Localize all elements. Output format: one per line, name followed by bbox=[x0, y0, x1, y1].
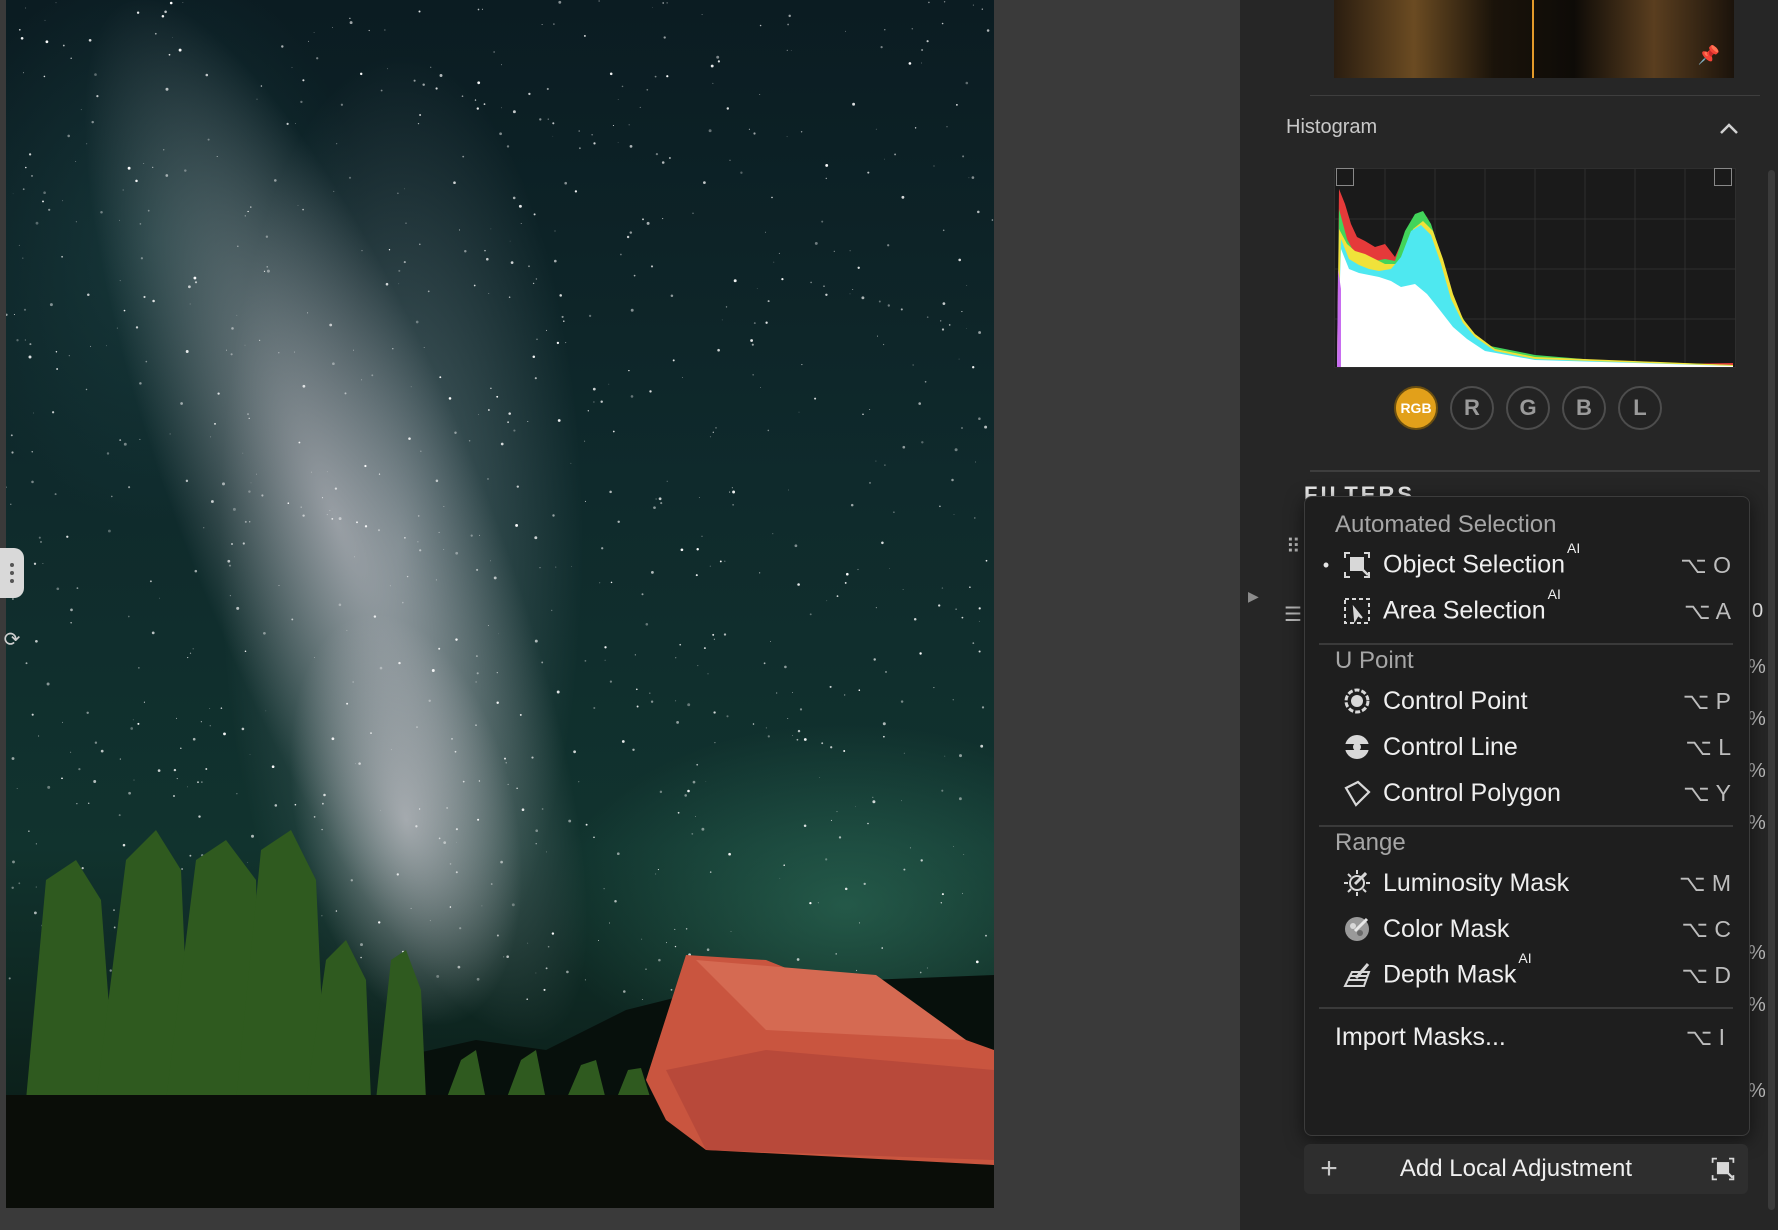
menu-divider bbox=[1319, 825, 1733, 827]
menu-item-control-line[interactable]: Control Line ⌥ L bbox=[1321, 725, 1731, 769]
background-value: 0 bbox=[1752, 600, 1764, 622]
menu-item-luminosity-mask[interactable]: Luminosity Mask ⌥ M bbox=[1321, 861, 1731, 905]
sidebar-handle[interactable] bbox=[0, 548, 24, 598]
plus-icon: + bbox=[1320, 1152, 1338, 1185]
menu-item-control-polygon[interactable]: Control Polygon ⌥ Y bbox=[1321, 771, 1731, 815]
photo-scene bbox=[6, 0, 994, 1208]
shadow-clipping-toggle[interactable] bbox=[1336, 168, 1354, 186]
section-u-point: U Point bbox=[1335, 647, 1414, 674]
object-selection-icon[interactable] bbox=[1698, 1156, 1748, 1182]
loupe-cursor-line bbox=[1532, 0, 1534, 78]
area-selection-icon bbox=[1339, 593, 1375, 629]
channel-b-button[interactable]: B bbox=[1562, 386, 1606, 430]
depth-mask-icon bbox=[1339, 957, 1375, 993]
collapse-panel-icon[interactable]: ▶ bbox=[1248, 588, 1259, 605]
add-local-adjustment-button[interactable]: + Add Local Adjustment bbox=[1304, 1144, 1748, 1194]
chevron-up-icon[interactable] bbox=[1718, 118, 1740, 140]
percent-label: % bbox=[1748, 942, 1766, 964]
channel-g-button[interactable]: G bbox=[1506, 386, 1550, 430]
histogram-title: Histogram bbox=[1286, 116, 1378, 138]
channel-r-button[interactable]: R bbox=[1450, 386, 1494, 430]
menu-divider bbox=[1319, 643, 1733, 645]
menu-divider bbox=[1319, 1007, 1733, 1009]
shortcut-label: ⌥ C bbox=[1681, 915, 1731, 942]
control-polygon-icon bbox=[1339, 775, 1375, 811]
section-range: Range bbox=[1335, 829, 1406, 856]
menu-item-label: Control Point bbox=[1383, 686, 1528, 715]
luminosity-mask-icon bbox=[1339, 865, 1375, 901]
menu-item-label: Area SelectionAI bbox=[1383, 586, 1561, 625]
loupe-thumbnail[interactable]: 📌 bbox=[1334, 0, 1734, 78]
channel-rgb-button[interactable]: RGB bbox=[1394, 386, 1438, 430]
menu-item-label: Control Polygon bbox=[1383, 778, 1561, 807]
shortcut-label: ⌥ A bbox=[1684, 597, 1731, 624]
menu-item-label: Object SelectionAI bbox=[1383, 540, 1581, 579]
shortcut-label: ⌥ Y bbox=[1683, 779, 1731, 806]
menu-item-label: Import Masks... bbox=[1335, 1022, 1506, 1051]
object-selection-icon bbox=[1339, 547, 1375, 583]
photo-viewport[interactable]: ⟳ bbox=[0, 0, 1240, 1230]
shortcut-label: ⌥ L bbox=[1685, 733, 1731, 760]
night-sky-photo[interactable] bbox=[6, 0, 994, 1208]
control-line-icon bbox=[1339, 729, 1375, 765]
menu-item-label: Depth MaskAI bbox=[1383, 950, 1532, 989]
color-mask-icon bbox=[1339, 911, 1375, 947]
section-automated-selection: Automated Selection bbox=[1335, 511, 1557, 538]
add-local-adjustment-label: Add Local Adjustment bbox=[1399, 1155, 1633, 1182]
channel-selector: RGB R G B L bbox=[1394, 386, 1662, 430]
shortcut-label: ⌥ I bbox=[1685, 1023, 1725, 1050]
shortcut-label: ⌥ M bbox=[1678, 869, 1731, 896]
sync-icon[interactable]: ⟳ bbox=[0, 625, 24, 655]
menu-item-color-mask[interactable]: Color Mask ⌥ C bbox=[1321, 907, 1731, 951]
percent-label: % bbox=[1748, 656, 1766, 678]
local-adjustment-menu: Automated Selection • Object SelectionAI… bbox=[1304, 496, 1750, 1136]
percent-label: % bbox=[1748, 994, 1766, 1016]
divider bbox=[1310, 470, 1760, 472]
shortcut-label: ⌥ P bbox=[1682, 687, 1731, 714]
menu-item-import-masks[interactable]: Import Masks... ⌥ I bbox=[1321, 1015, 1731, 1059]
menu-icon[interactable]: ☰ bbox=[1284, 602, 1302, 627]
menu-item-area-selection[interactable]: Area SelectionAI ⌥ A bbox=[1321, 586, 1731, 633]
percent-label: % bbox=[1748, 1080, 1766, 1102]
divider bbox=[1310, 95, 1760, 96]
menu-item-label: Color Mask bbox=[1383, 914, 1510, 943]
shortcut-label: ⌥ D bbox=[1681, 961, 1731, 988]
histogram-chart bbox=[1334, 168, 1736, 368]
menu-item-depth-mask[interactable]: Depth MaskAI ⌥ D bbox=[1321, 950, 1731, 997]
channel-l-button[interactable]: L bbox=[1618, 386, 1662, 430]
menu-item-label: Control Line bbox=[1383, 732, 1518, 761]
selected-bullet-icon: • bbox=[1322, 554, 1330, 575]
shortcut-label: ⌥ O bbox=[1680, 551, 1731, 578]
percent-label: % bbox=[1748, 760, 1766, 782]
percent-label: % bbox=[1748, 812, 1766, 834]
menu-item-control-point[interactable]: Control Point ⌥ P bbox=[1321, 679, 1731, 723]
control-point-icon bbox=[1339, 683, 1375, 719]
panel-scrollbar[interactable] bbox=[1768, 170, 1775, 1210]
highlight-clipping-toggle[interactable] bbox=[1714, 168, 1732, 186]
pin-icon[interactable]: 📌 bbox=[1698, 45, 1720, 66]
menu-item-object-selection[interactable]: • Object SelectionAI ⌥ O bbox=[1321, 540, 1731, 587]
drag-handle-icon[interactable]: ⠿ bbox=[1286, 534, 1301, 559]
percent-label: % bbox=[1748, 708, 1766, 730]
menu-item-label: Luminosity Mask bbox=[1383, 868, 1570, 897]
